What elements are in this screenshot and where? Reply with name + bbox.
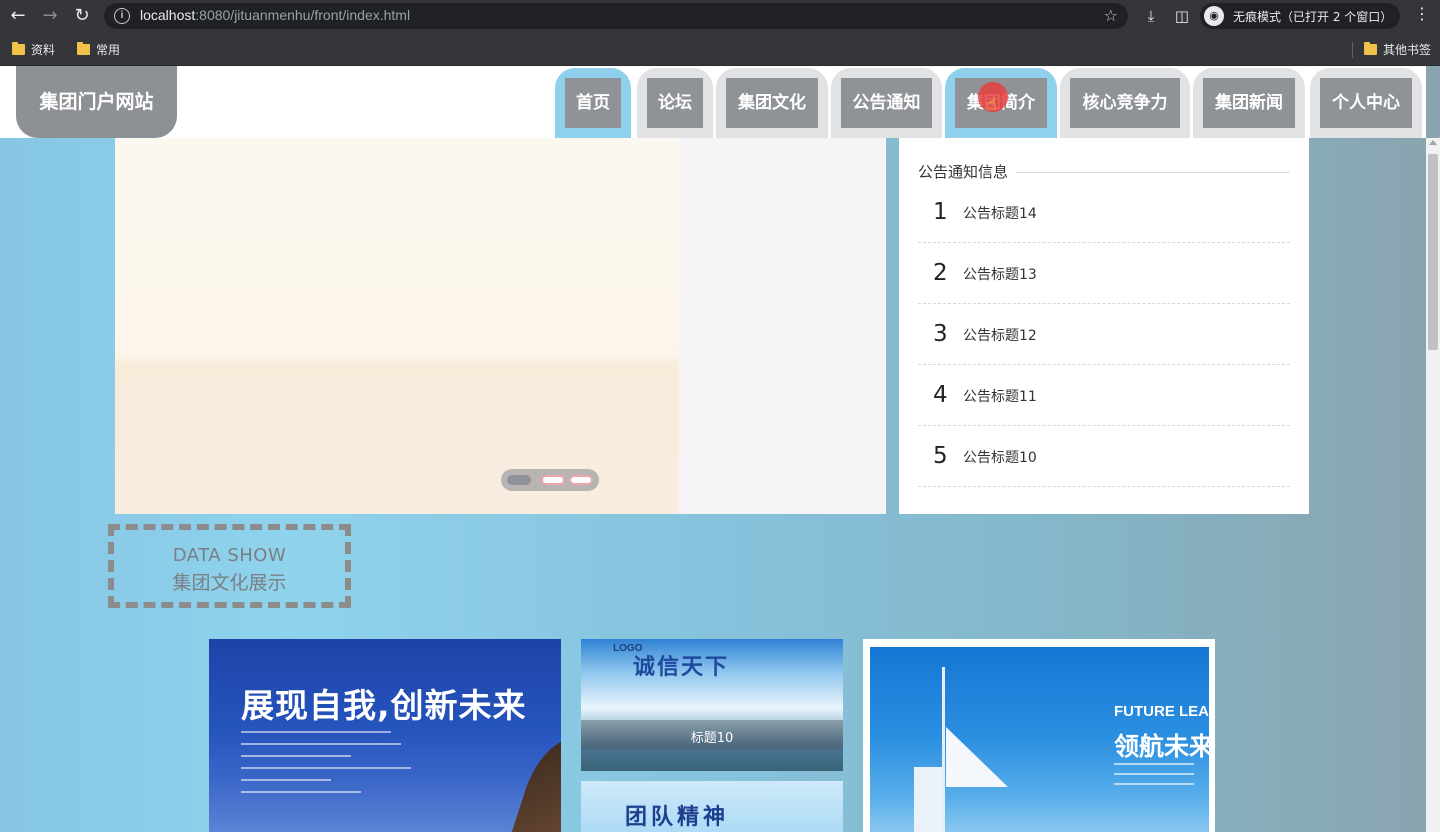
nav-tab-label: 集团文化 [726, 78, 818, 128]
ship-sail-graphic [946, 727, 1008, 787]
url-text[interactable]: localhost:8080/jituanmenhu/front/index.h… [140, 7, 410, 23]
card-image: FUTURE LEADER 领航未来 [870, 647, 1215, 832]
reload-icon[interactable]: ↻ [70, 4, 94, 28]
section-heading-en: DATA SHOW [172, 545, 287, 566]
hand-cursor-icon: ☝ [986, 94, 997, 115]
nav-tab-label: 核心竞争力 [1070, 78, 1180, 128]
card-text-line [1114, 773, 1194, 775]
card-text-line [241, 779, 331, 781]
notice-item[interactable]: 1 公告标题14 [918, 182, 1290, 243]
download-icon[interactable]: ⤓ [1140, 5, 1162, 27]
incognito-label: 无痕模式（已打开 2 个窗口） [1233, 10, 1393, 24]
incognito-icon: ◉ [1204, 6, 1224, 26]
nav-tab-label: 论坛 [647, 78, 703, 128]
bookmark-star-icon[interactable]: ☆ [1104, 6, 1118, 25]
card-title-en: FUTURE LEADER [1114, 703, 1215, 720]
nav-tab-label: 集团新闻 [1203, 78, 1295, 128]
card-text-line [1114, 763, 1194, 765]
notice-panel: 公告通知信息 1 公告标题14 2 公告标题13 3 公告标题12 4 公告标题… [899, 138, 1309, 514]
card-title-cn: 领航未来 [1114, 732, 1215, 761]
notice-heading-rule [1016, 172, 1290, 173]
bookmark-folder-changyong[interactable]: 常用 [77, 40, 120, 58]
bookmarks-divider [1352, 42, 1353, 58]
nav-tab-forum[interactable]: 论坛 [637, 68, 713, 138]
notice-index: 1 [933, 199, 948, 225]
notice-index: 4 [933, 382, 948, 408]
notice-title[interactable]: 公告标题14 [963, 203, 1037, 223]
section-heading-datashow: DATA SHOW 集团文化展示 [108, 524, 351, 608]
notice-item[interactable]: 3 公告标题12 [918, 304, 1290, 365]
slider-pagination [501, 469, 599, 491]
folder-icon [77, 41, 90, 55]
nav-tab-label: 公告通知 [841, 78, 932, 128]
back-arrow-icon[interactable]: ← [6, 4, 30, 28]
url-host: localhost [140, 7, 196, 23]
slider-dot-1[interactable] [507, 475, 531, 485]
nav-tab-profile[interactable]: 个人中心 [1310, 68, 1422, 138]
ship-mast-graphic [942, 667, 945, 832]
culture-card-2[interactable]: LOGO 诚信天下 标题10 [581, 639, 843, 771]
card-text-line [1114, 783, 1194, 785]
bookmark-label: 常用 [96, 42, 121, 57]
nav-tab-label: 首页 [565, 78, 621, 128]
notice-title[interactable]: 公告标题12 [963, 325, 1037, 345]
notice-title[interactable]: 公告标题13 [963, 264, 1037, 284]
culture-card-4[interactable]: FUTURE LEADER 领航未来 [863, 639, 1215, 832]
incognito-badge[interactable]: ◉ 无痕模式（已打开 2 个窗口） [1200, 3, 1400, 29]
culture-card-3[interactable]: 团队精神 [581, 781, 843, 832]
slider-dot-3[interactable] [569, 475, 593, 485]
site-info-icon[interactable]: i [114, 8, 130, 24]
nav-tab-home[interactable]: 首页 [555, 68, 631, 138]
browser-menu-icon[interactable]: ⋮ [1414, 4, 1430, 23]
card-headline: 展现自我,创新未来 [241, 686, 527, 725]
notice-item[interactable]: 2 公告标题13 [918, 243, 1290, 304]
browser-toolbar: ← → ↻ i localhost:8080/jituanmenhu/front… [0, 0, 1440, 32]
forward-arrow-icon[interactable]: → [38, 4, 62, 28]
page-scrollbar[interactable] [1426, 138, 1440, 832]
eagle-wing-graphic [511, 728, 561, 832]
culture-card-1[interactable]: 展现自我,创新未来 [209, 639, 561, 832]
page-viewport: 集团门户网站 首页 论坛 集团文化 公告通知 集团简介 核心竞争力 集团新闻 个… [0, 66, 1440, 832]
other-bookmarks[interactable]: 其他书签 [1364, 40, 1431, 58]
card-text-line [241, 755, 351, 757]
nav-tab-news[interactable]: 集团新闻 [1193, 68, 1305, 138]
nav-tab-culture[interactable]: 集团文化 [716, 68, 828, 138]
scrollbar-thumb[interactable] [1428, 154, 1438, 350]
card-text-line [241, 743, 401, 745]
address-bar[interactable]: i localhost:8080/jituanmenhu/front/index… [104, 3, 1128, 29]
bookmark-folder-ziliao[interactable]: 资料 [12, 40, 55, 58]
nav-tab-notices[interactable]: 公告通知 [831, 68, 942, 138]
card-caption: 标题10 [690, 731, 734, 746]
section-heading-cn: 集团文化展示 [172, 572, 287, 594]
notice-title[interactable]: 公告标题10 [963, 447, 1037, 467]
slide-image[interactable] [115, 138, 679, 514]
scroll-up-arrow-icon[interactable] [1429, 140, 1437, 145]
ship-sail-graphic [914, 767, 942, 832]
other-bookmarks-label: 其他书签 [1383, 42, 1432, 57]
folder-icon [12, 41, 25, 55]
nav-tab-competitiveness[interactable]: 核心竞争力 [1060, 68, 1190, 138]
notice-index: 2 [933, 260, 948, 286]
banner-slider[interactable] [115, 138, 886, 514]
side-panel-icon[interactable]: ◫ [1171, 5, 1193, 27]
url-path: :8080/jituanmenhu/front/index.html [195, 7, 411, 23]
card-brush-title: 诚信天下 [633, 655, 730, 680]
bookmark-label: 资料 [31, 42, 56, 57]
notice-index: 5 [933, 443, 948, 469]
bookmarks-bar: 资料 常用 其他书签 [0, 32, 1440, 66]
site-header: 集团门户网站 首页 论坛 集团文化 公告通知 集团简介 核心竞争力 集团新闻 个… [0, 66, 1426, 138]
slider-dot-2[interactable] [541, 475, 565, 485]
nav-tab-label: 个人中心 [1320, 78, 1412, 128]
notice-item[interactable]: 4 公告标题11 [918, 365, 1290, 426]
notice-index: 3 [933, 321, 948, 347]
folder-icon [1364, 41, 1377, 55]
notice-title[interactable]: 公告标题11 [963, 386, 1037, 406]
card-text-line [241, 791, 361, 793]
card-brush-title: 团队精神 [625, 805, 730, 830]
notice-heading: 公告通知信息 [918, 163, 1009, 181]
site-title[interactable]: 集团门户网站 [16, 66, 177, 138]
card-text-line [241, 731, 391, 733]
notice-item[interactable]: 5 公告标题10 [918, 426, 1290, 487]
card-text-line [241, 767, 411, 769]
